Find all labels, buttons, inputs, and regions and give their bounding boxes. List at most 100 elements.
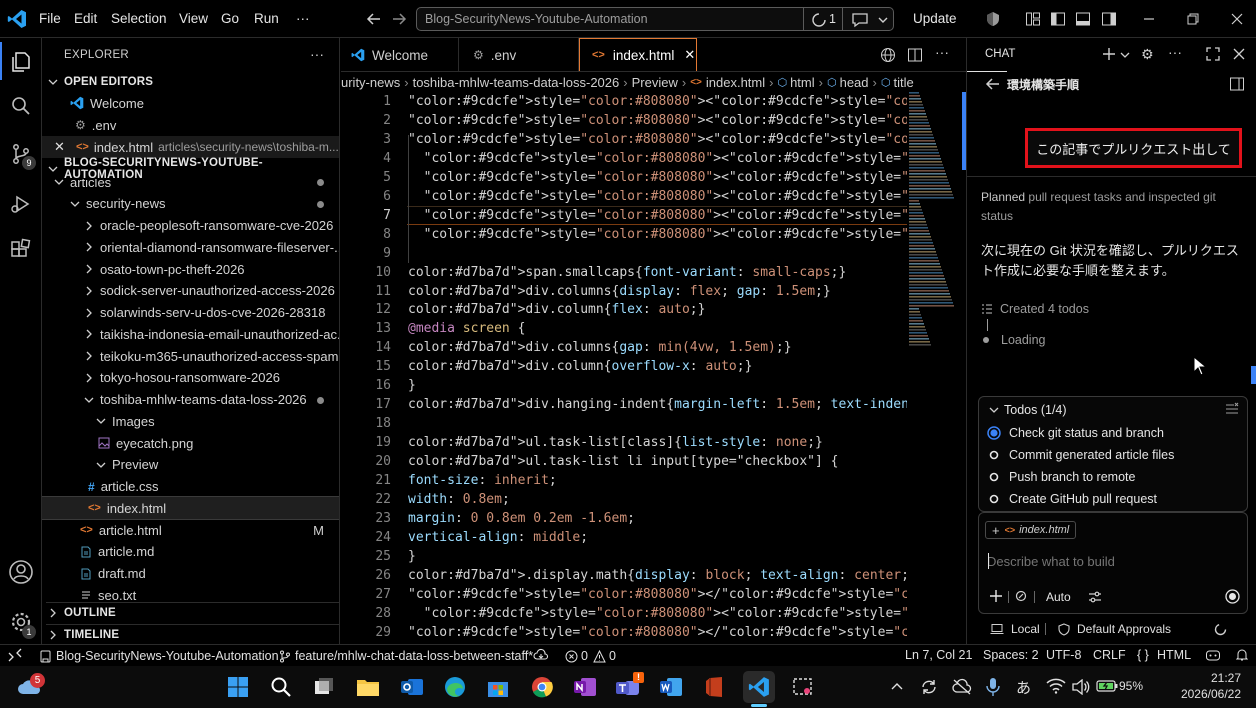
- toggle-secondary-sidebar-icon[interactable]: [1101, 11, 1117, 27]
- menu-edit[interactable]: Edit: [74, 0, 97, 38]
- weather-widget-icon[interactable]: 5: [14, 671, 46, 703]
- todos-header[interactable]: Todos (1/4): [987, 403, 1067, 417]
- close-chat-icon[interactable]: [1231, 46, 1247, 62]
- clock-time[interactable]: 21:27: [1189, 671, 1241, 685]
- sync-cloud-icon[interactable]: [533, 648, 549, 662]
- onenote-icon[interactable]: [569, 671, 601, 703]
- search-icon[interactable]: [0, 86, 42, 126]
- new-chat-plus-icon[interactable]: [1101, 46, 1117, 62]
- menu-more-icon[interactable]: ···: [296, 0, 310, 38]
- minimize-window-icon[interactable]: [1141, 11, 1157, 27]
- chrome-icon[interactable]: [526, 671, 558, 703]
- copilot-status-icon[interactable]: [811, 12, 827, 28]
- tree-folder[interactable]: taikisha-indonesia-email-unauthorized-ac…: [42, 323, 339, 345]
- tools-icon[interactable]: [1015, 590, 1027, 602]
- close-window-icon[interactable]: [1229, 11, 1245, 27]
- tab-welcome[interactable]: Welcome: [341, 38, 459, 72]
- chat-prompt-input[interactable]: [987, 551, 1237, 571]
- mode-selector[interactable]: Auto: [1046, 590, 1071, 604]
- accounts-icon[interactable]: [0, 552, 42, 592]
- tree-folder[interactable]: Images: [42, 410, 339, 432]
- breadcrumb-head[interactable]: head: [840, 75, 869, 90]
- show-hidden-icons-icon[interactable]: [890, 680, 904, 692]
- tree-folder[interactable]: Preview: [42, 454, 339, 476]
- chat-settings-gear-icon[interactable]: ⚙: [1141, 46, 1154, 63]
- close-editor-icon[interactable]: ✕: [54, 139, 76, 155]
- send-stop-icon[interactable]: [1225, 589, 1240, 604]
- taskbar-search-icon[interactable]: [265, 671, 297, 703]
- tree-folder[interactable]: oracle-peoplesoft-ransomware-cve-2026: [42, 215, 339, 237]
- chevron-down-icon[interactable]: [1120, 50, 1130, 60]
- maximize-chat-icon[interactable]: [1205, 46, 1221, 62]
- run-debug-icon[interactable]: [0, 184, 42, 224]
- open-editor-index-html[interactable]: ✕ <> index.html articles\security-news\t…: [42, 136, 339, 158]
- tree-folder[interactable]: security-news: [42, 193, 339, 215]
- timeline-header[interactable]: TIMELINE: [46, 624, 339, 644]
- m365-app-icon[interactable]: [700, 671, 732, 703]
- toggle-primary-sidebar-icon[interactable]: [1050, 11, 1066, 27]
- task-view-icon[interactable]: [308, 671, 340, 703]
- tab-env[interactable]: ⚙ .env: [459, 38, 579, 72]
- chat-location[interactable]: Local: [990, 622, 1040, 636]
- tree-folder[interactable]: solarwinds-serv-u-dos-cve-2026-28318: [42, 302, 339, 324]
- tree-file[interactable]: draft.md: [42, 563, 339, 585]
- file-explorer-icon[interactable]: [352, 671, 384, 703]
- onedrive-offline-icon[interactable]: [952, 678, 972, 696]
- breadcrumb-file[interactable]: index.html: [706, 75, 765, 90]
- menu-go[interactable]: Go: [221, 0, 239, 38]
- tree-file[interactable]: seo.txt: [42, 584, 339, 603]
- editor-more-icon[interactable]: ···: [935, 44, 949, 60]
- configure-tools-icon[interactable]: [1088, 591, 1102, 603]
- breadcrumb-folder[interactable]: urity-news: [341, 75, 400, 90]
- back-to-sessions-icon[interactable]: [985, 76, 1001, 92]
- tree-folder[interactable]: articles: [42, 179, 339, 193]
- toggle-sessions-icon[interactable]: [1229, 76, 1245, 92]
- toggle-panel-icon[interactable]: [1075, 11, 1091, 27]
- tree-file[interactable]: # article.css: [42, 476, 339, 498]
- tree-file[interactable]: eyecatch.png: [42, 432, 339, 454]
- source-control-icon[interactable]: 9: [0, 134, 42, 174]
- forward-arrow-icon[interactable]: [391, 11, 407, 27]
- menu-file[interactable]: File: [39, 0, 61, 38]
- microsoft-store-icon[interactable]: [482, 671, 514, 703]
- snipping-tool-icon[interactable]: [787, 671, 819, 703]
- chat-more-icon[interactable]: ···: [1168, 44, 1182, 60]
- remote-indicator-icon[interactable]: [8, 648, 22, 662]
- microphone-icon[interactable]: [986, 677, 1000, 697]
- edge-browser-icon[interactable]: [439, 671, 471, 703]
- tree-file[interactable]: article.md: [42, 541, 339, 563]
- extensions-icon[interactable]: [0, 230, 42, 270]
- notifications-bell-icon[interactable]: [1236, 648, 1248, 662]
- open-preview-globe-icon[interactable]: [880, 47, 896, 63]
- customize-layout-icon[interactable]: [1025, 11, 1041, 27]
- outlook-icon[interactable]: [396, 671, 428, 703]
- minimap[interactable]: [907, 92, 959, 352]
- explorer-more-icon[interactable]: ···: [310, 46, 324, 62]
- split-editor-icon[interactable]: [907, 47, 923, 63]
- menu-selection[interactable]: Selection: [111, 0, 167, 38]
- chat-bubble-icon[interactable]: [851, 12, 869, 28]
- volume-icon[interactable]: [1072, 679, 1090, 695]
- todo-item[interactable]: Commit generated article files: [987, 448, 1174, 462]
- ime-indicator[interactable]: あ: [1016, 677, 1031, 698]
- wifi-icon[interactable]: [1046, 678, 1066, 694]
- teams-icon[interactable]: !: [612, 671, 644, 703]
- menu-view[interactable]: View: [179, 0, 208, 38]
- status-repo[interactable]: Blog-SecurityNews-Youtube-Automation: [40, 647, 279, 665]
- back-arrow-icon[interactable]: [366, 11, 382, 27]
- tree-folder[interactable]: osato-town-pc-theft-2026: [42, 258, 339, 280]
- clear-todos-icon[interactable]: [1225, 402, 1239, 416]
- tree-folder[interactable]: toshiba-mhlw-teams-data-loss-2026: [42, 389, 339, 411]
- word-icon[interactable]: [655, 671, 687, 703]
- sync-status-icon[interactable]: [920, 678, 938, 696]
- windows-start-icon[interactable]: [222, 671, 254, 703]
- cursor-position[interactable]: Ln 7, Col 21: [905, 648, 972, 662]
- add-context-plus-icon[interactable]: +: [992, 523, 1000, 538]
- open-editor-env[interactable]: ⚙ .env: [42, 114, 339, 136]
- tree-folder[interactable]: tokyo-hosou-ransomware-2026: [42, 367, 339, 389]
- breadcrumb-html[interactable]: html: [790, 75, 815, 90]
- close-tab-icon[interactable]: ✕: [684, 47, 695, 63]
- clock-date[interactable]: 2026/06/22: [1177, 687, 1241, 701]
- settings-gear-icon[interactable]: 1: [0, 602, 42, 642]
- todo-item[interactable]: Push branch to remote: [987, 470, 1135, 484]
